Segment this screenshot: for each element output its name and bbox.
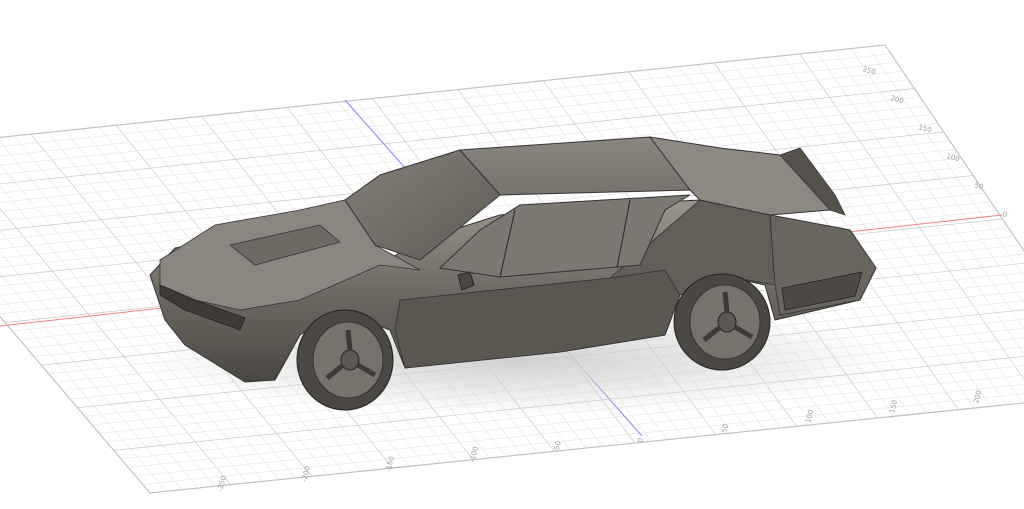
side-axis-tick: 0 <box>1001 210 1007 219</box>
front-wheel <box>296 309 394 411</box>
rear-wheel <box>673 273 771 371</box>
3d-viewport[interactable]: 050100150200250-250-200-150-100 -50 050100… <box>0 0 1024 509</box>
front-axis-tick: -50 <box>552 440 563 453</box>
